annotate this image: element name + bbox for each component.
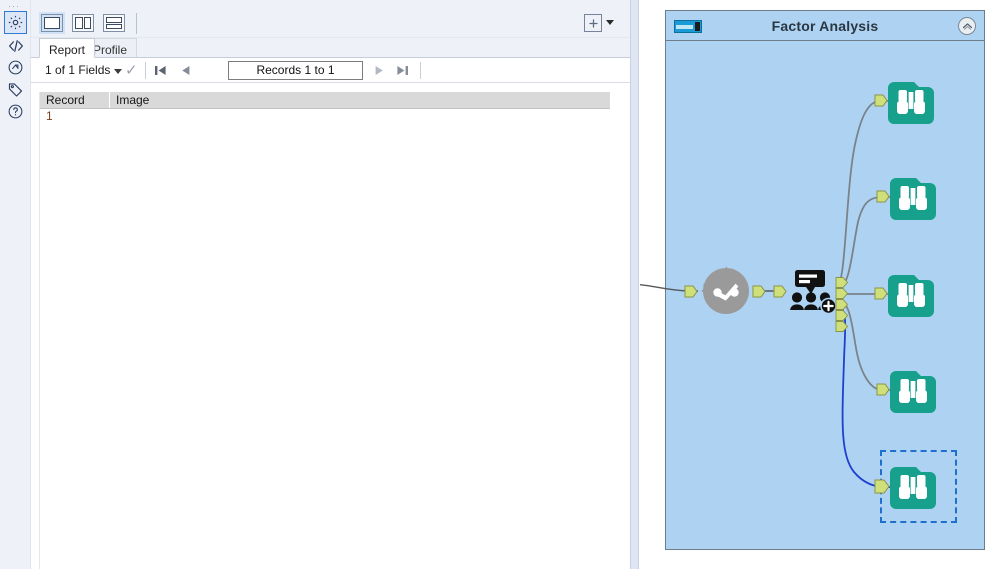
tag-icon[interactable] [4, 78, 27, 101]
container-tool-icon [674, 20, 702, 33]
container-header[interactable]: Factor Analysis [666, 11, 984, 41]
settings-gear-icon[interactable] [4, 11, 27, 34]
results-toolbar [31, 0, 630, 38]
app-root: ··· Report Profile 1 of 1 Fields ✓ Recor… [0, 0, 999, 569]
layout-split-horizontal[interactable] [103, 14, 125, 32]
chevron-down-icon[interactable] [606, 20, 614, 25]
toolbar-divider [136, 13, 137, 34]
results-panel: ··· Report Profile 1 of 1 Fields ✓ Recor… [0, 0, 630, 569]
table-row[interactable]: 1 [40, 109, 610, 125]
panel-drag-handle[interactable]: ··· [8, 2, 20, 11]
output-anchor[interactable] [752, 285, 766, 298]
input-anchor[interactable] [876, 190, 890, 203]
last-record-button[interactable] [395, 62, 410, 79]
workflow-canvas[interactable]: Factor Analysis [640, 0, 999, 569]
output-anchor-group[interactable] [835, 277, 849, 332]
binoculars-icon [890, 178, 936, 220]
binoculars-icon [890, 467, 936, 509]
results-icon-rail: ··· [0, 0, 31, 569]
code-brackets-icon[interactable] [4, 34, 27, 57]
records-range-display[interactable]: Records 1 to 1 [228, 61, 363, 80]
input-anchor[interactable] [876, 383, 890, 396]
tab-report[interactable]: Report [39, 38, 96, 58]
plus-box-icon[interactable] [584, 14, 602, 32]
previous-record-button[interactable] [178, 62, 193, 79]
results-tab-strip: Report Profile [31, 38, 630, 58]
column-header-image[interactable]: Image [110, 92, 610, 108]
refresh-circle-icon[interactable] [4, 56, 27, 79]
tool-node-browse-3[interactable] [874, 271, 934, 320]
input-anchor[interactable] [874, 479, 890, 494]
tool-node-browse-1[interactable] [874, 78, 934, 127]
tool-node-browse-4[interactable] [876, 367, 936, 416]
input-anchor[interactable] [773, 285, 787, 298]
results-body-edge [39, 92, 40, 569]
record-navigation-bar: 1 of 1 Fields ✓ Records 1 to 1 [31, 58, 630, 83]
first-record-button[interactable] [153, 62, 168, 79]
gear-check-icon [701, 266, 749, 314]
column-header-record[interactable]: Record [40, 92, 110, 108]
tool-node-browse-2[interactable] [876, 174, 936, 223]
fields-selector-label[interactable]: 1 of 1 Fields [45, 62, 110, 79]
chevron-up-icon[interactable] [958, 17, 976, 35]
layout-single-pane[interactable] [39, 12, 65, 34]
binoculars-icon [890, 371, 936, 413]
layout-split-vertical[interactable] [72, 14, 94, 32]
group-speech-plus-icon [790, 270, 837, 315]
help-question-icon[interactable] [4, 100, 27, 123]
tool-node-gear[interactable] [684, 265, 766, 317]
check-icon[interactable]: ✓ [125, 63, 138, 78]
next-record-button[interactable] [372, 62, 387, 79]
cell-image [110, 109, 610, 125]
container-title: Factor Analysis [771, 17, 879, 34]
chevron-down-icon[interactable] [114, 69, 122, 74]
binoculars-icon [888, 82, 934, 124]
binoculars-icon [888, 275, 934, 317]
input-anchor[interactable] [874, 94, 888, 107]
input-anchor[interactable] [684, 285, 698, 298]
table-header-row: Record Image [40, 92, 610, 109]
input-anchor[interactable] [874, 287, 888, 300]
tool-node-browse-5[interactable] [874, 463, 936, 512]
cell-record: 1 [46, 109, 53, 123]
results-table[interactable]: Record Image 1 [40, 92, 610, 125]
tool-node-factor-analysis[interactable] [773, 265, 849, 332]
panel-splitter[interactable] [630, 0, 639, 569]
